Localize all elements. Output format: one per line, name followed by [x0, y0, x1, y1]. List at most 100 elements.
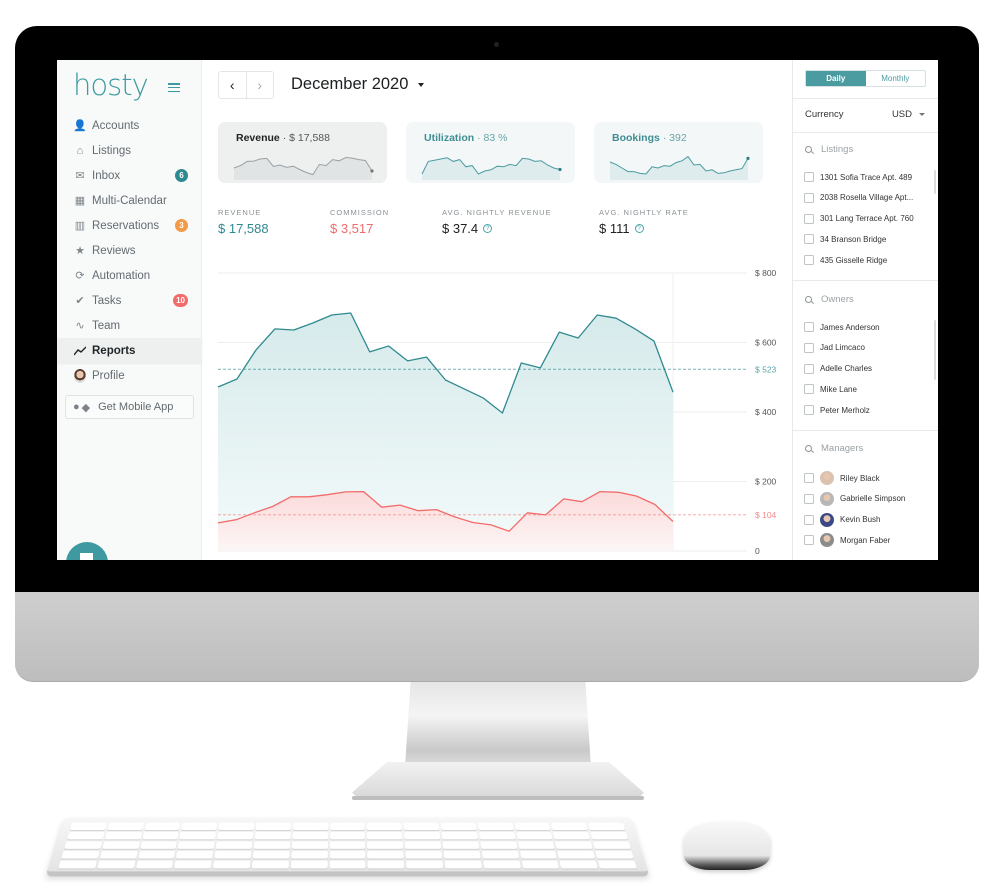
data-point[interactable] [578, 498, 586, 506]
sidebar-item-multi-calendar[interactable]: ▦ Multi-Calendar [57, 188, 202, 213]
next-month-button[interactable]: › [245, 72, 274, 98]
currency-select[interactable]: USD [892, 109, 925, 120]
revenue-card[interactable]: Revenue · $ 17,588 [218, 122, 387, 183]
monthly-toggle[interactable]: Monthly [866, 71, 926, 86]
data-point[interactable] [214, 383, 222, 391]
sidebar-item-team[interactable]: ∿ Team [57, 313, 202, 338]
filter-option[interactable]: 301 Lang Terrace Apt. 760 [804, 213, 914, 224]
managers-search-input[interactable]: Managers [805, 443, 863, 454]
listings-scrollbar[interactable] [934, 170, 936, 194]
filter-option[interactable]: Adelle Charles [804, 363, 872, 374]
checkbox[interactable] [804, 213, 814, 224]
sidebar-item-accounts[interactable]: 👤 Accounts [57, 113, 202, 138]
prev-month-button[interactable]: ‹ [219, 72, 246, 98]
sidebar-item-inbox[interactable]: ✉ Inbox 6 [57, 163, 202, 188]
data-point[interactable] [252, 346, 260, 354]
data-point[interactable] [269, 503, 277, 511]
chat-fab-button[interactable] [66, 542, 108, 560]
filter-option[interactable]: Riley Black [804, 471, 880, 485]
data-point[interactable] [560, 495, 568, 503]
sidebar-item-automation[interactable]: ⟳ Automation [57, 263, 202, 288]
data-point[interactable] [214, 519, 222, 527]
data-point[interactable] [612, 314, 620, 322]
data-point[interactable] [309, 319, 317, 327]
filter-option[interactable]: 1301 Sofia Trace Apt. 489 [804, 172, 912, 182]
utilization-card[interactable]: Utilization · 83 % [406, 122, 575, 183]
menu-toggle-icon[interactable] [168, 83, 180, 93]
sidebar-item-tasks[interactable]: ✔ Tasks 10 [57, 288, 202, 313]
checkbox[interactable] [804, 514, 814, 525]
data-point[interactable] [271, 325, 279, 333]
data-point[interactable] [498, 409, 506, 417]
data-point[interactable] [523, 509, 531, 517]
data-point[interactable] [414, 507, 422, 515]
data-point[interactable] [469, 519, 477, 527]
checkbox[interactable] [804, 322, 814, 332]
data-point[interactable] [487, 521, 495, 529]
sidebar-item-profile[interactable]: Profile [57, 363, 202, 388]
data-point[interactable] [505, 527, 513, 535]
data-point[interactable] [650, 337, 658, 345]
data-point[interactable] [596, 488, 604, 496]
data-point[interactable] [574, 334, 582, 342]
data-point[interactable] [290, 326, 298, 334]
owners-scrollbar[interactable] [934, 320, 936, 380]
filter-option[interactable]: Gabrielle Simpson [804, 491, 905, 506]
filter-option[interactable]: Jad Limcaco [804, 342, 865, 353]
data-point[interactable] [669, 517, 677, 525]
data-point[interactable] [651, 500, 659, 508]
checkbox[interactable] [804, 493, 814, 504]
data-point[interactable] [366, 348, 374, 356]
checkbox[interactable] [804, 405, 814, 416]
data-point[interactable] [631, 325, 639, 333]
filter-option[interactable]: Mike Lane [804, 384, 857, 395]
data-point[interactable] [341, 488, 349, 496]
data-point[interactable] [287, 493, 295, 501]
owners-search-input[interactable]: Owners [805, 294, 854, 305]
sidebar-item-listings[interactable]: ⌂ Listings [57, 138, 202, 163]
data-point[interactable] [347, 309, 355, 317]
data-point[interactable] [451, 513, 459, 521]
data-point[interactable] [432, 506, 440, 514]
data-point[interactable] [669, 388, 677, 396]
filter-option[interactable]: Morgan Faber [804, 533, 890, 548]
data-point[interactable] [517, 359, 525, 367]
checkbox[interactable] [804, 384, 814, 395]
checkbox[interactable] [804, 234, 814, 245]
app-logo[interactable]: hosty [73, 68, 149, 102]
checkbox[interactable] [804, 363, 814, 374]
sidebar-item-reports[interactable]: Reports [57, 338, 202, 363]
data-point[interactable] [378, 503, 386, 511]
filter-option[interactable]: 2038 Rosella Village Apt... [804, 192, 913, 203]
filter-option[interactable]: Kevin Bush [804, 512, 880, 527]
data-point[interactable] [250, 509, 258, 517]
checkbox[interactable] [804, 192, 814, 203]
bookings-card[interactable]: Bookings · 392 [594, 122, 763, 183]
sidebar-item-reservations[interactable]: ▥ Reservations 3 [57, 213, 202, 238]
data-point[interactable] [442, 376, 450, 384]
sidebar-item-reviews[interactable]: ★ Reviews [57, 238, 202, 263]
get-mobile-app-button[interactable]: ● ◆ Get Mobile App [65, 395, 194, 419]
checkbox[interactable] [804, 342, 814, 353]
data-point[interactable] [360, 488, 368, 496]
data-point[interactable] [385, 342, 393, 350]
filter-option[interactable]: 435 Gisselle Ridge [804, 255, 887, 266]
checkbox[interactable] [804, 172, 814, 182]
data-point[interactable] [555, 328, 563, 336]
help-icon[interactable]: ? [634, 224, 644, 233]
daily-toggle[interactable]: Daily [806, 71, 866, 86]
data-point[interactable] [305, 493, 313, 501]
data-point[interactable] [396, 501, 404, 509]
data-point[interactable] [460, 385, 468, 393]
month-selector[interactable]: December 2020 [291, 75, 425, 94]
checkbox[interactable] [804, 535, 814, 546]
listings-search-input[interactable]: Listings [805, 144, 853, 155]
data-point[interactable] [633, 492, 641, 500]
data-point[interactable] [404, 357, 412, 365]
data-point[interactable] [614, 488, 622, 496]
help-icon[interactable]: ? [483, 224, 493, 233]
data-point[interactable] [593, 311, 601, 319]
filter-option[interactable]: James Anderson [804, 322, 880, 332]
data-point[interactable] [479, 394, 487, 402]
filter-option[interactable]: Peter Merholz [804, 405, 870, 416]
